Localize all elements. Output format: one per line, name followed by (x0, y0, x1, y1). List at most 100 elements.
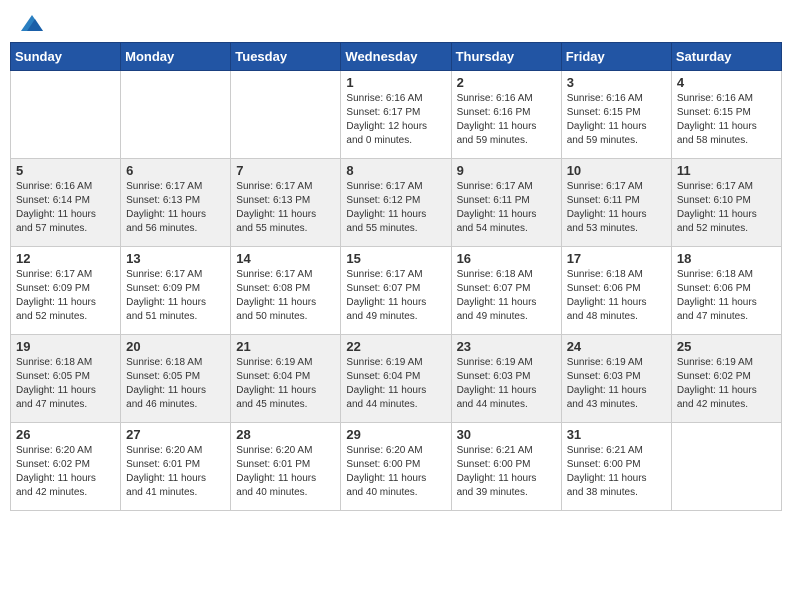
day-number: 14 (236, 251, 335, 266)
day-info: Sunrise: 6:17 AM Sunset: 6:07 PM Dayligh… (346, 268, 445, 324)
day-info: Sunrise: 6:17 AM Sunset: 6:13 PM Dayligh… (236, 180, 335, 236)
calendar-cell: 3 Sunrise: 6:16 AM Sunset: 6:15 PM Daylig… (561, 71, 671, 159)
logo (20, 15, 44, 27)
day-info: Sunrise: 6:17 AM Sunset: 6:08 PM Dayligh… (236, 268, 335, 324)
calendar-cell: 12 Sunrise: 6:17 AM Sunset: 6:09 PM Dayli… (11, 247, 121, 335)
day-number: 4 (677, 75, 776, 90)
calendar-body: 1 Sunrise: 6:16 AM Sunset: 6:17 PM Daylig… (11, 71, 782, 511)
day-info: Sunrise: 6:19 AM Sunset: 6:03 PM Dayligh… (567, 356, 666, 412)
calendar-cell: 19 Sunrise: 6:18 AM Sunset: 6:05 PM Dayli… (11, 335, 121, 423)
week-row-1: 5Sunrise: 6:16 AM Sunset: 6:14 PM Daylig… (11, 159, 782, 247)
day-number: 3 (567, 75, 666, 90)
calendar-cell: 7 Sunrise: 6:17 AM Sunset: 6:13 PM Daylig… (231, 159, 341, 247)
calendar-cell (671, 423, 781, 511)
calendar-cell: 11 Sunrise: 6:17 AM Sunset: 6:10 PM Dayli… (671, 159, 781, 247)
page-header (10, 10, 782, 32)
day-header-sunday: Sunday (11, 43, 121, 71)
day-info: Sunrise: 6:18 AM Sunset: 6:07 PM Dayligh… (457, 268, 556, 324)
calendar-cell: 10 Sunrise: 6:17 AM Sunset: 6:11 PM Dayli… (561, 159, 671, 247)
calendar-cell: 1 Sunrise: 6:16 AM Sunset: 6:17 PM Daylig… (341, 71, 451, 159)
day-number: 12 (16, 251, 115, 266)
day-header-wednesday: Wednesday (341, 43, 451, 71)
day-number: 24 (567, 339, 666, 354)
day-info: Sunrise: 6:17 AM Sunset: 6:09 PM Dayligh… (16, 268, 115, 324)
day-info: Sunrise: 6:16 AM Sunset: 6:15 PM Dayligh… (567, 92, 666, 148)
day-number: 1 (346, 75, 445, 90)
week-row-3: 19 Sunrise: 6:18 AM Sunset: 6:05 PM Dayli… (11, 335, 782, 423)
calendar-cell: 27Sunrise: 6:20 AM Sunset: 6:01 PM Dayli… (121, 423, 231, 511)
day-header-tuesday: Tuesday (231, 43, 341, 71)
day-number: 15 (346, 251, 445, 266)
calendar-cell: 23 Sunrise: 6:19 AM Sunset: 6:03 PM Dayli… (451, 335, 561, 423)
day-info: Sunrise: 6:17 AM Sunset: 6:10 PM Dayligh… (677, 180, 776, 236)
day-number: 9 (457, 163, 556, 178)
day-number: 22 (346, 339, 445, 354)
day-number: 20 (126, 339, 225, 354)
day-info: Sunrise: 6:16 AM Sunset: 6:17 PM Dayligh… (346, 92, 445, 148)
day-info: Sunrise: 6:21 AM Sunset: 6:00 PM Dayligh… (457, 444, 556, 500)
day-info: Sunrise: 6:19 AM Sunset: 6:04 PM Dayligh… (346, 356, 445, 412)
day-info: Sunrise: 6:20 AM Sunset: 6:00 PM Dayligh… (346, 444, 445, 500)
day-info: Sunrise: 6:19 AM Sunset: 6:04 PM Dayligh… (236, 356, 335, 412)
calendar-cell (121, 71, 231, 159)
day-info: Sunrise: 6:17 AM Sunset: 6:11 PM Dayligh… (567, 180, 666, 236)
day-number: 10 (567, 163, 666, 178)
day-number: 26 (16, 427, 115, 442)
calendar-cell: 2 Sunrise: 6:16 AM Sunset: 6:16 PM Daylig… (451, 71, 561, 159)
day-number: 23 (457, 339, 556, 354)
day-info: Sunrise: 6:18 AM Sunset: 6:05 PM Dayligh… (16, 356, 115, 412)
day-number: 16 (457, 251, 556, 266)
day-info: Sunrise: 6:18 AM Sunset: 6:06 PM Dayligh… (567, 268, 666, 324)
day-info: Sunrise: 6:17 AM Sunset: 6:13 PM Dayligh… (126, 180, 225, 236)
calendar-cell: 6 Sunrise: 6:17 AM Sunset: 6:13 PM Daylig… (121, 159, 231, 247)
day-info: Sunrise: 6:19 AM Sunset: 6:03 PM Dayligh… (457, 356, 556, 412)
calendar-cell: 14 Sunrise: 6:17 AM Sunset: 6:08 PM Dayli… (231, 247, 341, 335)
day-number: 2 (457, 75, 556, 90)
calendar-cell: 29 Sunrise: 6:20 AM Sunset: 6:00 PM Dayli… (341, 423, 451, 511)
calendar-cell: 5Sunrise: 6:16 AM Sunset: 6:14 PM Daylig… (11, 159, 121, 247)
day-number: 18 (677, 251, 776, 266)
day-header-monday: Monday (121, 43, 231, 71)
day-number: 7 (236, 163, 335, 178)
day-number: 29 (346, 427, 445, 442)
day-number: 11 (677, 163, 776, 178)
calendar-cell: 13 Sunrise: 6:17 AM Sunset: 6:09 PM Dayli… (121, 247, 231, 335)
day-number: 13 (126, 251, 225, 266)
day-info: Sunrise: 6:21 AM Sunset: 6:00 PM Dayligh… (567, 444, 666, 500)
calendar-cell: 8 Sunrise: 6:17 AM Sunset: 6:12 PM Daylig… (341, 159, 451, 247)
day-number: 8 (346, 163, 445, 178)
day-info: Sunrise: 6:20 AM Sunset: 6:02 PM Dayligh… (16, 444, 115, 500)
day-info: Sunrise: 6:16 AM Sunset: 6:16 PM Dayligh… (457, 92, 556, 148)
calendar-cell (231, 71, 341, 159)
calendar-cell (11, 71, 121, 159)
calendar-cell: 26 Sunrise: 6:20 AM Sunset: 6:02 PM Dayli… (11, 423, 121, 511)
calendar-cell: 25Sunrise: 6:19 AM Sunset: 6:02 PM Dayli… (671, 335, 781, 423)
day-info: Sunrise: 6:20 AM Sunset: 6:01 PM Dayligh… (236, 444, 335, 500)
week-row-2: 12 Sunrise: 6:17 AM Sunset: 6:09 PM Dayli… (11, 247, 782, 335)
calendar-cell: 20 Sunrise: 6:18 AM Sunset: 6:05 PM Dayli… (121, 335, 231, 423)
day-number: 19 (16, 339, 115, 354)
day-header-saturday: Saturday (671, 43, 781, 71)
calendar-cell: 31Sunrise: 6:21 AM Sunset: 6:00 PM Dayli… (561, 423, 671, 511)
day-number: 27 (126, 427, 225, 442)
calendar-cell: 9 Sunrise: 6:17 AM Sunset: 6:11 PM Daylig… (451, 159, 561, 247)
day-info: Sunrise: 6:17 AM Sunset: 6:09 PM Dayligh… (126, 268, 225, 324)
calendar-table: SundayMondayTuesdayWednesdayThursdayFrid… (10, 42, 782, 511)
day-info: Sunrise: 6:18 AM Sunset: 6:06 PM Dayligh… (677, 268, 776, 324)
day-info: Sunrise: 6:17 AM Sunset: 6:11 PM Dayligh… (457, 180, 556, 236)
calendar-cell: 16 Sunrise: 6:18 AM Sunset: 6:07 PM Dayli… (451, 247, 561, 335)
day-number: 6 (126, 163, 225, 178)
day-number: 30 (457, 427, 556, 442)
day-info: Sunrise: 6:18 AM Sunset: 6:05 PM Dayligh… (126, 356, 225, 412)
calendar-cell: 4Sunrise: 6:16 AM Sunset: 6:15 PM Daylig… (671, 71, 781, 159)
week-row-4: 26 Sunrise: 6:20 AM Sunset: 6:02 PM Dayli… (11, 423, 782, 511)
day-header-thursday: Thursday (451, 43, 561, 71)
logo-icon (21, 15, 43, 31)
day-header-friday: Friday (561, 43, 671, 71)
day-number: 25 (677, 339, 776, 354)
calendar-cell: 17Sunrise: 6:18 AM Sunset: 6:06 PM Dayli… (561, 247, 671, 335)
day-info: Sunrise: 6:17 AM Sunset: 6:12 PM Dayligh… (346, 180, 445, 236)
calendar-header: SundayMondayTuesdayWednesdayThursdayFrid… (11, 43, 782, 71)
calendar-cell: 21Sunrise: 6:19 AM Sunset: 6:04 PM Dayli… (231, 335, 341, 423)
calendar-cell: 28Sunrise: 6:20 AM Sunset: 6:01 PM Dayli… (231, 423, 341, 511)
